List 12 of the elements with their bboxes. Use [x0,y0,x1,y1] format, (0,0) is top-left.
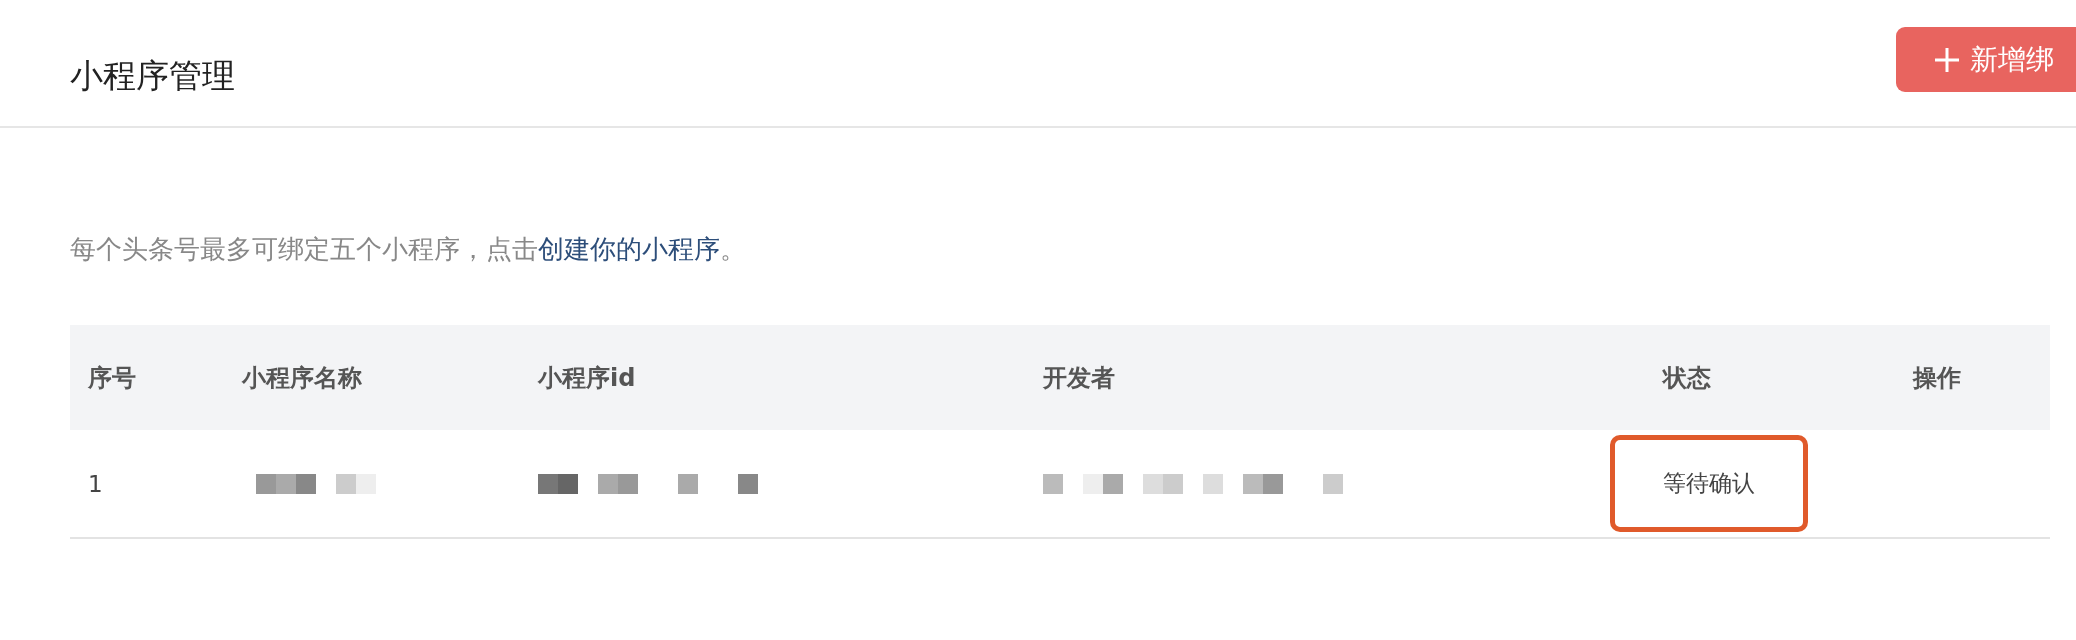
column-header: 小程序id [538,362,636,394]
plus-icon [1934,46,1960,73]
column-header: 小程序名称 [242,362,362,394]
notice-text: 每个头条号最多可绑定五个小程序，点击创建你的小程序。 [70,233,747,266]
column-header: 操作 [1913,362,1961,394]
highlighted-cell: 等待确认 [1610,435,1808,532]
page-title: 小程序管理 [70,55,235,97]
column-header: 开发者 [1043,362,1115,394]
column-header: 状态 [1663,362,1711,394]
create-mini-program-link[interactable]: 创建你的小程序 [538,234,720,264]
column-header: 序号 [88,362,136,394]
table-cell: 1 [88,470,103,497]
